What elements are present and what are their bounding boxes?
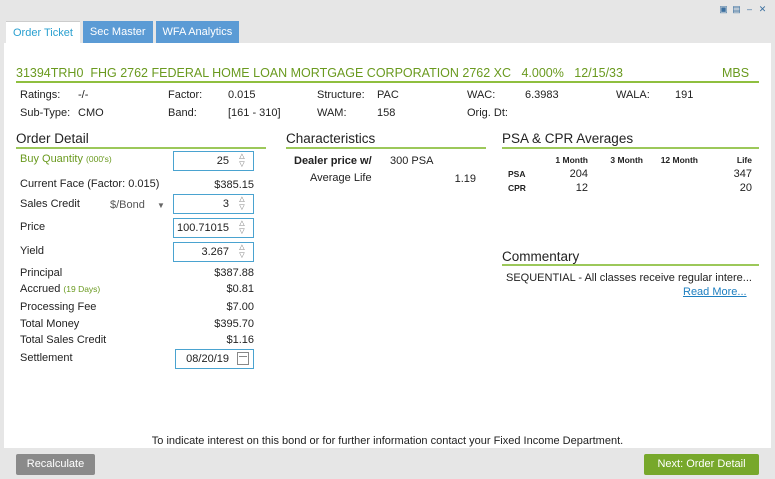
psa-life: 347 bbox=[733, 168, 752, 180]
price-value: 100.71015 bbox=[177, 222, 229, 234]
buy-quantity-unit: (000's) bbox=[86, 154, 112, 164]
settlement-label: Settlement bbox=[20, 352, 73, 364]
factor-label: Factor: bbox=[168, 89, 203, 101]
psa-row-label: PSA bbox=[508, 169, 526, 179]
total-money-value: $395.70 bbox=[214, 318, 254, 330]
wac-label: WAC: bbox=[467, 89, 496, 101]
current-face-label: Current Face (Factor: 0.015) bbox=[20, 178, 160, 190]
price-label: Price bbox=[20, 221, 46, 233]
cpr-1month: 12 bbox=[575, 182, 588, 194]
average-life-label: Average Life bbox=[310, 172, 372, 184]
band-label: Band: bbox=[168, 107, 197, 119]
wac-value: 6.3983 bbox=[525, 89, 559, 101]
ratings-label: Ratings: bbox=[20, 89, 61, 101]
tab-order-ticket[interactable]: Order Ticket bbox=[6, 21, 80, 43]
spinner-icon[interactable]: △ ▽ bbox=[235, 153, 249, 169]
tab-bar: Order Ticket Sec Master WFA Analytics bbox=[6, 21, 240, 43]
total-sales-credit-value: $1.16 bbox=[226, 334, 254, 346]
commentary-title: Commentary bbox=[502, 249, 580, 264]
security-type: MBS bbox=[722, 66, 750, 80]
yield-input[interactable]: 3.267 △ ▽ bbox=[173, 242, 254, 262]
psa-col-3month: 3 Month bbox=[610, 155, 643, 165]
wala-value: 191 bbox=[675, 89, 694, 101]
sales-credit-input[interactable]: 3 △ ▽ bbox=[173, 194, 254, 214]
accrued-value: $0.81 bbox=[226, 283, 254, 295]
order-ticket-panel: 31394TRH0 FHG 2762 FEDERAL HOME LOAN MOR… bbox=[4, 43, 771, 448]
settlement-value: 08/20/19 bbox=[186, 353, 229, 365]
spinner-icon[interactable]: △ ▽ bbox=[235, 244, 249, 260]
tab-sec-master[interactable]: Sec Master bbox=[82, 21, 153, 43]
sales-credit-unit-value: $/Bond bbox=[110, 199, 145, 211]
close-icon[interactable]: ✕ bbox=[758, 5, 767, 14]
subtype-value: CMO bbox=[78, 107, 104, 119]
principal-value: $387.88 bbox=[214, 267, 254, 279]
security-title: 31394TRH0 FHG 2762 FEDERAL HOME LOAN MOR… bbox=[16, 66, 623, 80]
spinner-icon[interactable]: △ ▽ bbox=[235, 220, 249, 236]
yield-value: 3.267 bbox=[201, 246, 229, 258]
total-money-label: Total Money bbox=[20, 318, 80, 330]
principal-label: Principal bbox=[20, 267, 63, 279]
psa-cpr-title: PSA & CPR Averages bbox=[502, 131, 634, 146]
wam-label: WAM: bbox=[317, 107, 347, 119]
yield-label: Yield bbox=[20, 245, 45, 257]
read-more-link[interactable]: Read More... bbox=[683, 286, 747, 298]
spinner-icon[interactable]: △ ▽ bbox=[235, 196, 249, 212]
wam-value: 158 bbox=[377, 107, 396, 119]
document-icon[interactable]: ▤ bbox=[732, 5, 741, 14]
buy-quantity-input[interactable]: 25 △ ▽ bbox=[173, 151, 254, 171]
header-divider bbox=[16, 81, 759, 83]
next-order-detail-button[interactable]: Next: Order Detail bbox=[644, 454, 759, 475]
tab-wfa-analytics[interactable]: WFA Analytics bbox=[155, 21, 240, 43]
price-input[interactable]: 100.71015 △ ▽ bbox=[173, 218, 254, 238]
save-icon[interactable]: ▣ bbox=[719, 5, 728, 14]
wala-label: WALA: bbox=[616, 89, 650, 101]
calendar-icon[interactable] bbox=[237, 352, 249, 365]
structure-value: PAC bbox=[377, 89, 399, 101]
psa-1month: 204 bbox=[569, 168, 588, 180]
psa-col-life: Life bbox=[736, 155, 752, 165]
factor-value: 0.015 bbox=[228, 89, 256, 101]
characteristics-divider bbox=[286, 147, 486, 149]
cpr-life: 20 bbox=[739, 182, 752, 194]
accrued-days: (19 Days) bbox=[63, 284, 101, 294]
accrued-label: Accrued (19 Days) bbox=[20, 283, 101, 295]
minimize-icon[interactable]: – bbox=[745, 5, 754, 14]
commentary-divider bbox=[502, 264, 759, 266]
processing-fee-value: $7.00 bbox=[226, 301, 254, 313]
average-life-value: 1.19 bbox=[454, 173, 476, 185]
total-sales-credit-label: Total Sales Credit bbox=[20, 334, 107, 346]
sales-credit-label: Sales Credit bbox=[20, 198, 80, 210]
cpr-row-label: CPR bbox=[508, 183, 526, 193]
footer-note: To indicate interest on this bond or for… bbox=[151, 435, 624, 447]
processing-fee-label: Processing Fee bbox=[20, 301, 97, 313]
dropdown-arrow-icon: ▼ bbox=[156, 201, 165, 210]
structure-label: Structure: bbox=[317, 89, 365, 101]
buy-quantity-label: Buy Quantity (000's) bbox=[20, 153, 112, 165]
buy-quantity-value: 25 bbox=[216, 155, 229, 167]
characteristics-title: Characteristics bbox=[286, 131, 376, 146]
psa-cpr-divider bbox=[502, 147, 759, 149]
order-detail-divider bbox=[16, 147, 266, 149]
order-detail-title: Order Detail bbox=[16, 131, 89, 146]
band-value: [161 - 310] bbox=[228, 107, 281, 119]
window-controls: ▣ ▤ – ✕ bbox=[719, 5, 767, 14]
dealer-price-value: 300 PSA bbox=[390, 155, 434, 167]
subtype-label: Sub-Type: bbox=[20, 107, 71, 119]
settlement-date-input[interactable]: 08/20/19 bbox=[175, 349, 254, 369]
psa-col-12month: 12 Month bbox=[660, 155, 698, 165]
sales-credit-value: 3 bbox=[222, 198, 229, 210]
sales-credit-unit-select[interactable]: $/Bond ▼ bbox=[110, 199, 165, 211]
psa-col-1month: 1 Month bbox=[555, 155, 588, 165]
ratings-value: -/- bbox=[78, 89, 89, 101]
commentary-text: SEQUENTIAL - All classes receive regular… bbox=[506, 272, 752, 284]
origdt-label: Orig. Dt: bbox=[467, 107, 508, 119]
current-face-value: $385.15 bbox=[214, 179, 254, 191]
dealer-price-label: Dealer price w/ bbox=[294, 155, 372, 167]
recalculate-button[interactable]: Recalculate bbox=[16, 454, 95, 475]
